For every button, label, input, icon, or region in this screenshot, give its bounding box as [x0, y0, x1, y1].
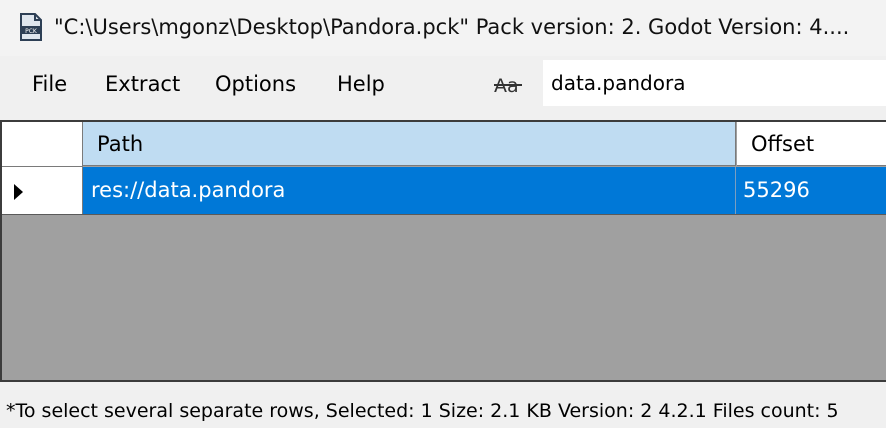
row-header[interactable] — [2, 167, 83, 214]
title-bar: PCK "C:\Users\mgonz\Desktop\Pandora.pck"… — [0, 0, 886, 56]
window-title: "C:\Users\mgonz\Desktop\Pandora.pck" Pac… — [54, 15, 850, 39]
menu-help[interactable]: Help — [333, 70, 389, 98]
grid-header: Path Offset — [2, 122, 886, 168]
match-case-icon[interactable]: Aa — [494, 72, 524, 100]
status-text: *To select several separate rows, Select… — [6, 400, 839, 422]
app-window: PCK "C:\Users\mgonz\Desktop\Pandora.pck"… — [0, 0, 886, 428]
search-input[interactable] — [543, 60, 886, 106]
cell-offset[interactable]: 55296 — [737, 167, 886, 214]
status-bar: *To select several separate rows, Select… — [0, 384, 886, 428]
pck-file-icon: PCK — [20, 13, 42, 41]
column-header-path[interactable]: Path — [83, 122, 736, 166]
menu-file[interactable]: File — [28, 70, 71, 98]
menu-options[interactable]: Options — [211, 70, 300, 98]
files-grid[interactable]: Path Offset res://data.pandora 55296 — [0, 120, 886, 382]
cell-path[interactable]: res://data.pandora — [83, 167, 736, 214]
svg-text:PCK: PCK — [25, 28, 38, 35]
column-header-offset[interactable]: Offset — [737, 122, 886, 166]
table-row[interactable]: res://data.pandora 55296 — [2, 167, 886, 215]
grid-corner-cell[interactable] — [2, 122, 83, 167]
menu-extract[interactable]: Extract — [101, 70, 184, 98]
current-row-arrow-icon — [14, 184, 23, 200]
